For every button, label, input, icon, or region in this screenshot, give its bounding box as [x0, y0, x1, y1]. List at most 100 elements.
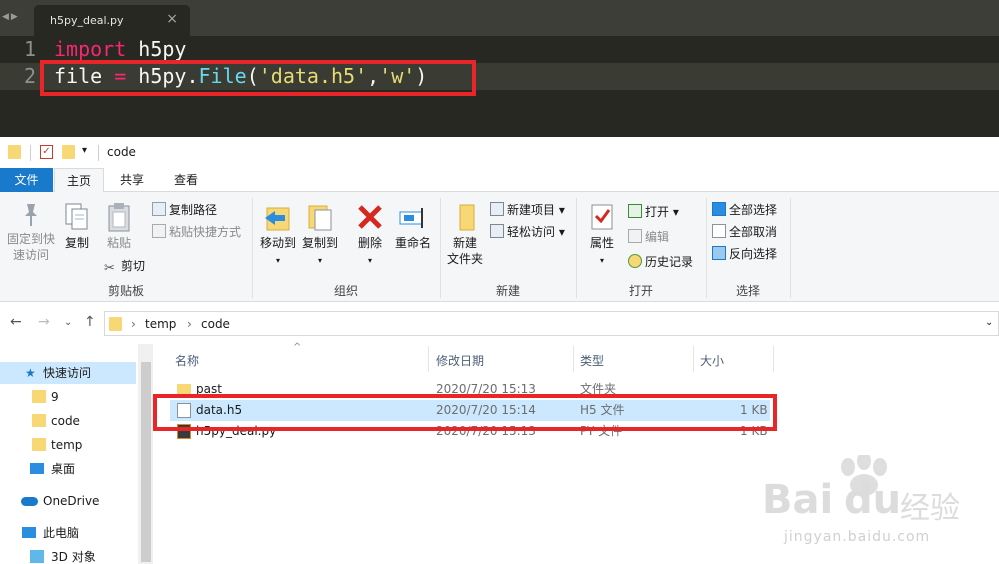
- copy-button[interactable]: 复制: [60, 202, 94, 251]
- baidu-jingyan-watermark: Bai du 经验 jingyan.baidu.com: [740, 452, 990, 555]
- move-to-icon: [265, 207, 290, 231]
- nav-item-quick-access[interactable]: ★ 快速访问: [0, 362, 136, 384]
- dropdown-arrow-icon: ▾: [367, 256, 372, 265]
- window-title: code: [107, 145, 136, 159]
- nav-item-code[interactable]: code: [0, 410, 136, 432]
- up-arrow-icon[interactable]: ↑: [84, 314, 96, 330]
- dropdown-arrow-icon: ▾: [275, 256, 280, 265]
- cut-button[interactable]: ✂ 剪切: [104, 258, 145, 276]
- rename-label: 重命名: [394, 236, 431, 250]
- history-label: 历史记录: [645, 255, 694, 269]
- breadcrumb-code[interactable]: code: [201, 317, 230, 331]
- forward-arrow-icon[interactable]: →: [38, 314, 50, 330]
- tab-home[interactable]: 主页: [54, 168, 104, 193]
- paste-shortcut-button[interactable]: 粘贴快捷方式: [152, 224, 241, 240]
- column-header-name[interactable]: 名称: [175, 352, 199, 369]
- cut-label: 剪切: [121, 259, 146, 273]
- nav-item-this-pc[interactable]: 此电脑: [0, 522, 136, 544]
- tab-nav-arrows-icon[interactable]: ◀▶: [2, 12, 20, 22]
- paste-label: 粘贴: [106, 236, 131, 250]
- qat-dropdown-icon[interactable]: ▾: [82, 145, 87, 156]
- group-label-clipboard: 剪贴板: [107, 284, 144, 298]
- code-line-1[interactable]: 1 import h5py: [0, 36, 999, 63]
- move-to-button[interactable]: 移动到 ▾: [258, 202, 298, 269]
- column-header-type[interactable]: 类型: [580, 352, 604, 369]
- group-label-select: 选择: [735, 284, 760, 298]
- tab-share[interactable]: 共享: [106, 168, 158, 192]
- divider: [693, 346, 694, 372]
- folder-icon: [32, 390, 46, 403]
- invert-selection-button[interactable]: 反向选择: [712, 246, 777, 262]
- divider: [790, 198, 791, 298]
- nav-item-9[interactable]: 9: [0, 386, 136, 408]
- copy-path-button[interactable]: 复制路径: [152, 202, 217, 218]
- quick-access-toolbar: ▾ code: [0, 137, 999, 168]
- history-icon: [628, 254, 642, 268]
- pin-label: 固定到快 速访问: [6, 232, 55, 262]
- new-folder-label: 新建 文件夹: [446, 236, 483, 266]
- nav-label: 9: [51, 390, 59, 404]
- computer-icon: [22, 527, 36, 538]
- column-header-date[interactable]: 修改日期: [436, 352, 484, 369]
- group-label-open: 打开: [628, 284, 653, 298]
- divider: [773, 346, 774, 372]
- address-dropdown-icon[interactable]: ⌄: [985, 317, 993, 328]
- dropdown-arrow-icon: ▾: [599, 256, 604, 265]
- select-all-icon: [712, 202, 726, 216]
- nav-label: 此电脑: [43, 526, 80, 540]
- paste-icon: [108, 203, 130, 232]
- copy-label: 复制: [64, 236, 89, 250]
- column-header-size[interactable]: 大小: [700, 352, 724, 369]
- easy-access-icon: [490, 224, 504, 238]
- new-folder-icon: [459, 204, 475, 231]
- new-folder-button[interactable]: 新建 文件夹: [444, 202, 486, 267]
- select-all-button[interactable]: 全部选择: [712, 202, 777, 218]
- nav-item-3d-objects[interactable]: 3D 对象: [0, 546, 136, 564]
- pin-icon: [25, 204, 37, 226]
- nav-item-desktop[interactable]: 桌面: [0, 458, 136, 480]
- nav-label: 桌面: [51, 462, 76, 476]
- pin-quick-access-button[interactable]: 固定到快 速访问: [4, 202, 58, 263]
- editor-tab[interactable]: h5py_deal.py ×: [34, 5, 190, 36]
- tab-file[interactable]: 文件: [0, 168, 53, 192]
- address-field[interactable]: › temp › code ⌄: [104, 311, 999, 336]
- scrollbar-thumb[interactable]: [141, 362, 151, 562]
- paste-button[interactable]: 粘贴: [102, 202, 136, 251]
- edit-button[interactable]: 编辑: [628, 229, 669, 245]
- history-button[interactable]: 历史记录: [628, 254, 693, 270]
- properties-check-icon[interactable]: ✓: [40, 145, 53, 159]
- back-arrow-icon[interactable]: ←: [10, 314, 22, 330]
- red-highlight-box: [153, 394, 777, 431]
- copy-to-icon: [308, 205, 332, 231]
- delete-button[interactable]: 删除 ▾: [352, 202, 388, 269]
- scissors-icon: ✂: [104, 261, 115, 276]
- select-none-button[interactable]: 全部取消: [712, 224, 777, 240]
- watermark-brand-2: du: [844, 477, 902, 523]
- editor-tab-label: h5py_deal.py: [50, 14, 124, 27]
- nav-item-temp[interactable]: temp: [0, 434, 136, 456]
- folder-icon: [32, 438, 46, 451]
- editor-tab-bar: ◀▶ h5py_deal.py ×: [0, 0, 999, 36]
- new-item-button[interactable]: 新建项目 ▾: [490, 202, 565, 218]
- paste-shortcut-icon: [152, 224, 166, 238]
- easy-access-button[interactable]: 轻松访问 ▾: [490, 224, 565, 240]
- copy-path-label: 复制路径: [169, 203, 218, 217]
- tab-view[interactable]: 查看: [160, 168, 212, 192]
- open-button[interactable]: 打开 ▾: [628, 204, 679, 220]
- properties-icon: [591, 204, 613, 230]
- properties-button[interactable]: 属性 ▾: [584, 202, 620, 269]
- close-icon[interactable]: ×: [166, 11, 178, 27]
- edit-icon: [628, 229, 642, 243]
- breadcrumb-temp[interactable]: temp: [145, 317, 176, 331]
- folder-icon: [8, 145, 21, 159]
- divider: [98, 145, 99, 161]
- open-icon: [628, 204, 642, 218]
- invert-selection-icon: [712, 246, 726, 260]
- new-folder-icon[interactable]: [62, 145, 75, 159]
- rename-button[interactable]: 重命名: [392, 202, 434, 251]
- easy-access-label: 轻松访问 ▾: [507, 225, 565, 239]
- copy-to-button[interactable]: 复制到 ▾: [300, 202, 340, 269]
- nav-item-onedrive[interactable]: OneDrive: [0, 490, 136, 512]
- recent-dropdown-icon[interactable]: ⌄: [64, 317, 72, 328]
- nav-label: temp: [51, 438, 83, 452]
